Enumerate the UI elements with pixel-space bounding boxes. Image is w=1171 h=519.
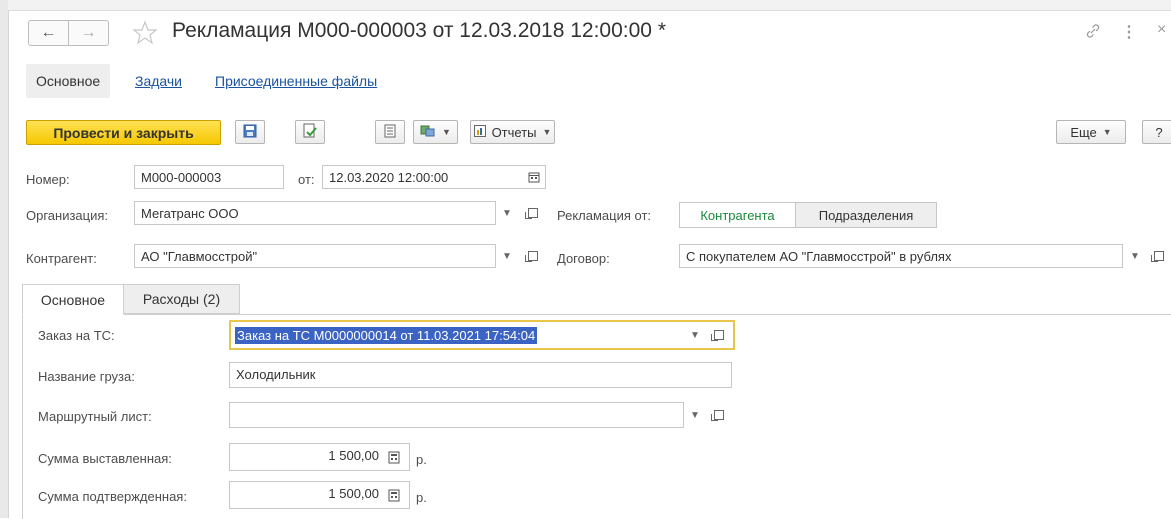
nav-tab-tasks[interactable]: Задачи [135, 73, 182, 89]
counterparty-open-icon[interactable] [522, 244, 544, 268]
favorite-star-icon[interactable] [132, 20, 158, 49]
report-chart-icon [473, 124, 486, 140]
nav-tab-attached-files[interactable]: Присоединенные файлы [215, 73, 377, 89]
route-field[interactable] [229, 402, 684, 428]
chevron-down-icon: ▼ [542, 127, 552, 137]
claim-from-counterparty-toggle[interactable]: Контрагента [679, 202, 796, 228]
tab-main[interactable]: Основное [22, 284, 124, 315]
link-icon[interactable] [1084, 22, 1102, 45]
counterparty-label: Контрагент: [26, 251, 97, 266]
amount-billed-currency: р. [416, 452, 427, 467]
order-value: Заказ на ТС М0000000014 от 11.03.2021 17… [235, 327, 538, 344]
amount-billed-field[interactable]: 1 500,00 [229, 443, 410, 471]
order-field[interactable]: Заказ на ТС М0000000014 от 11.03.2021 17… [229, 320, 735, 350]
forward-button[interactable]: → [68, 20, 109, 46]
more-actions-button[interactable]: Еще ▼ [1056, 120, 1126, 144]
claim-from-label: Рекламация от: [557, 208, 652, 223]
document-list-button[interactable] [375, 120, 405, 144]
cargo-label: Название груза: [38, 369, 135, 384]
calendar-icon[interactable] [527, 170, 541, 184]
create-based-on-icon [420, 124, 436, 141]
chevron-down-icon: ▼ [442, 127, 451, 137]
contract-dropdown-icon[interactable]: ▼ [1124, 244, 1146, 268]
floppy-icon [243, 124, 257, 141]
window-left-edge [0, 0, 9, 518]
amount-confirmed-label: Сумма подтвержденная: [38, 489, 187, 504]
number-field[interactable]: М000-000003 [134, 165, 284, 189]
contract-open-icon[interactable] [1148, 244, 1170, 268]
amount-confirmed-field[interactable]: 1 500,00 [229, 481, 410, 509]
create-based-on-button[interactable]: ▼ [413, 120, 458, 144]
organization-dropdown-icon[interactable]: ▼ [496, 201, 518, 225]
order-open-icon[interactable] [708, 323, 730, 347]
calculator-icon[interactable] [387, 450, 401, 464]
amount-billed-label: Сумма выставленная: [38, 451, 172, 466]
post-and-close-button[interactable]: Провести и закрыть [26, 120, 221, 145]
counterparty-dropdown-icon[interactable]: ▼ [496, 244, 518, 268]
post-document-icon [302, 123, 318, 142]
more-actions-label: Еще [1070, 124, 1097, 140]
page-title: Рекламация М000-000003 от 12.03.2018 12:… [172, 19, 666, 42]
route-label: Маршрутный лист: [38, 409, 152, 424]
organization-open-icon[interactable] [522, 201, 544, 225]
nav-tab-main[interactable]: Основное [26, 64, 111, 98]
window-top-edge [8, 0, 1171, 11]
contract-field[interactable]: С покупателем АО "Главмосстрой" в рублях [679, 244, 1123, 268]
reports-label: Отчеты [491, 124, 537, 140]
route-open-icon[interactable] [708, 403, 730, 427]
chevron-down-icon: ▼ [1102, 127, 1112, 137]
more-vertical-icon[interactable]: ⋮ [1121, 22, 1137, 42]
claim-from-department-toggle[interactable]: Подразделения [795, 202, 937, 228]
date-label: от: [298, 172, 315, 187]
cargo-field[interactable]: Холодильник [229, 362, 732, 388]
arrow-right-icon: → [80, 24, 97, 41]
order-label: Заказ на ТС: [38, 328, 115, 343]
arrow-left-icon: ← [40, 24, 57, 41]
reports-button[interactable]: Отчеты ▼ [470, 120, 555, 144]
help-button[interactable]: ? [1142, 120, 1171, 144]
save-button[interactable] [235, 120, 265, 144]
date-field[interactable]: 12.03.2020 12:00:00 [322, 165, 546, 189]
date-value: 12.03.2020 12:00:00 [329, 170, 449, 185]
tab-expenses[interactable]: Расходы (2) [124, 284, 240, 314]
organization-label: Организация: [26, 208, 109, 223]
list-icon [384, 124, 396, 141]
amount-confirmed-currency: р. [416, 490, 427, 505]
number-label: Номер: [26, 172, 70, 187]
close-button[interactable]: × [1157, 21, 1166, 39]
back-button[interactable]: ← [28, 20, 69, 46]
contract-label: Договор: [557, 251, 610, 266]
counterparty-field[interactable]: АО "Главмосстрой" [134, 244, 496, 268]
route-dropdown-icon[interactable]: ▼ [684, 403, 706, 427]
calculator-icon[interactable] [387, 488, 401, 502]
order-dropdown-icon[interactable]: ▼ [684, 323, 706, 347]
organization-field[interactable]: Мегатранс ООО [134, 201, 496, 225]
post-button[interactable] [295, 120, 325, 144]
